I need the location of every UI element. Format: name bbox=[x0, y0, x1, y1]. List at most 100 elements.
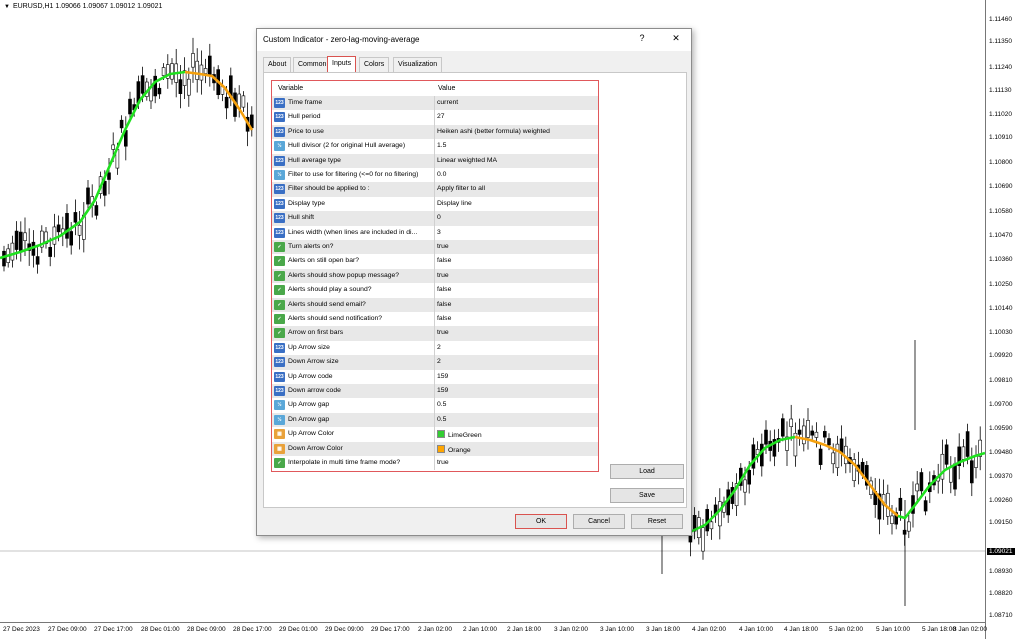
table-row[interactable]: 123 Hull shift 0 bbox=[272, 211, 598, 226]
candle-body bbox=[77, 225, 82, 236]
variable-value[interactable]: true bbox=[437, 272, 449, 279]
time-label: 2 Jan 02:00 bbox=[418, 626, 452, 633]
table-row[interactable]: ½ Dn Arrow gap 0.5 bbox=[272, 412, 598, 428]
column-divider bbox=[434, 124, 435, 140]
price-label: 1.08930 bbox=[989, 568, 1013, 575]
tab-colors[interactable]: Colors bbox=[359, 57, 390, 72]
candle-body bbox=[780, 418, 785, 437]
table-row[interactable]: 123 Display type Display line bbox=[272, 196, 598, 212]
table-row[interactable]: ▦ Down Arrow Color Orange bbox=[272, 441, 598, 456]
table-row[interactable]: ✓ Alerts should play a sound? false bbox=[272, 283, 598, 298]
tab-inputs[interactable]: Inputs bbox=[327, 56, 357, 73]
column-divider bbox=[434, 182, 435, 197]
column-value: Value bbox=[438, 85, 456, 92]
table-row[interactable]: 123 Hull period 27 bbox=[272, 110, 598, 125]
variable-value[interactable]: 0.5 bbox=[437, 401, 446, 408]
variable-value[interactable]: Apply filter to all bbox=[437, 185, 485, 192]
variable-label: Turn alerts on? bbox=[288, 243, 334, 250]
table-row[interactable]: ✓ Alerts on still open bar? false bbox=[272, 254, 598, 269]
variable-value[interactable]: 159 bbox=[437, 373, 448, 380]
variable-value[interactable]: false bbox=[437, 315, 451, 322]
column-divider bbox=[434, 340, 435, 356]
variable-value[interactable]: false bbox=[437, 286, 451, 293]
variable-value[interactable]: true bbox=[437, 459, 449, 466]
table-row[interactable]: ✓ Arrow on first bars true bbox=[272, 326, 598, 341]
variable-value[interactable]: current bbox=[437, 99, 458, 106]
tab-common[interactable]: Common bbox=[293, 57, 332, 72]
table-row[interactable]: 123 Hull average type Linear weighted MA bbox=[272, 153, 598, 168]
table-row[interactable]: ✓ Alerts should send email? false bbox=[272, 297, 598, 312]
table-row[interactable]: ✓ Turn alerts on? true bbox=[272, 240, 598, 255]
variable-value[interactable]: 27 bbox=[437, 113, 445, 120]
tab-about[interactable]: About bbox=[263, 57, 292, 72]
variable-value[interactable]: Display line bbox=[437, 200, 472, 207]
variable-value[interactable]: true bbox=[437, 243, 449, 250]
table-row[interactable]: ✓ Interpolate in multi time frame mode? tr… bbox=[272, 456, 598, 471]
variable-value[interactable]: 1.5 bbox=[437, 142, 446, 149]
variable-value[interactable]: Linear weighted MA bbox=[437, 157, 497, 164]
table-row[interactable]: 123 Time frame current bbox=[272, 96, 598, 111]
cancel-button[interactable]: Cancel bbox=[573, 514, 625, 529]
variable-value[interactable]: Heiken ashi (better formula) weighted bbox=[437, 128, 550, 135]
table-row[interactable]: ½ Up Arrow gap 0.5 bbox=[272, 398, 598, 413]
candle-body bbox=[818, 448, 823, 465]
tab-visualization[interactable]: Visualization bbox=[393, 57, 443, 72]
price-label: 1.10470 bbox=[989, 232, 1013, 239]
variable-label: Filter to use for filtering (<=0 for no … bbox=[288, 171, 419, 178]
reset-button[interactable]: Reset bbox=[631, 514, 683, 529]
variable-value[interactable]: 3 bbox=[437, 229, 441, 236]
variable-value[interactable]: LimeGreen bbox=[437, 430, 482, 439]
variable-value[interactable]: 2 bbox=[437, 344, 441, 351]
price-label: 1.11460 bbox=[989, 16, 1013, 23]
num-type-icon: 123 bbox=[274, 184, 285, 195]
table-row[interactable]: 123 Down Arrow size 2 bbox=[272, 355, 598, 370]
candle-body bbox=[103, 180, 107, 196]
variable-value[interactable]: 159 bbox=[437, 387, 448, 394]
table-row[interactable]: ▦ Up Arrow Color LimeGreen bbox=[272, 427, 598, 442]
help-icon[interactable]: ? bbox=[635, 33, 649, 43]
variable-label: Alerts should show popup message? bbox=[288, 271, 400, 279]
candle-body bbox=[923, 500, 928, 512]
table-row[interactable]: ½ Hull divisor (2 for original Hull avera… bbox=[272, 139, 598, 154]
str-type-icon: 123 bbox=[274, 98, 285, 108]
variable-value[interactable]: Orange bbox=[437, 444, 471, 454]
table-row[interactable]: 123 Down arrow code 159 bbox=[272, 384, 598, 399]
num-type-icon: 123 bbox=[274, 386, 285, 396]
column-divider bbox=[434, 139, 435, 154]
dialog-titlebar[interactable]: Custom Indicator - zero-lag-moving-avera… bbox=[257, 29, 691, 51]
column-divider bbox=[434, 283, 435, 298]
table-row[interactable]: 123 Up Arrow size 2 bbox=[272, 340, 598, 356]
table-row[interactable]: 123 Filter should be applied to : Apply fi… bbox=[272, 182, 598, 197]
variable-value[interactable]: 2 bbox=[437, 358, 441, 365]
variable-value[interactable]: 0 bbox=[437, 214, 441, 221]
variable-value[interactable]: 0.5 bbox=[437, 416, 446, 423]
variable-value[interactable]: true bbox=[437, 329, 449, 336]
variable-value[interactable]: 0.0 bbox=[437, 171, 446, 178]
variable-value[interactable]: false bbox=[437, 257, 451, 264]
table-row[interactable]: 123 Lines width (when lines are included … bbox=[272, 225, 598, 240]
price-label: 1.10910 bbox=[989, 134, 1013, 141]
column-divider bbox=[434, 369, 435, 384]
load-button[interactable]: Load bbox=[610, 464, 684, 479]
table-row[interactable]: 123 Price to use Heiken ashi (better formu… bbox=[272, 124, 598, 140]
variable-value[interactable]: false bbox=[437, 301, 451, 308]
close-icon[interactable]: ✕ bbox=[669, 33, 683, 44]
value-text: 159 bbox=[437, 387, 449, 394]
table-row[interactable]: ✓ Alerts should show popup message? true bbox=[272, 268, 598, 284]
price-label: 1.11350 bbox=[989, 38, 1013, 45]
column-divider bbox=[434, 427, 435, 442]
table-row[interactable]: ✓ Alerts should send notification? false bbox=[272, 312, 598, 327]
save-button[interactable]: Save bbox=[610, 488, 684, 503]
clr-type-icon: ▦ bbox=[274, 443, 285, 454]
candle-body bbox=[961, 446, 966, 460]
inputs-panel: Variable Value 123 Time frame current 123 Hu… bbox=[263, 72, 687, 508]
ok-button[interactable]: OK bbox=[515, 514, 567, 529]
table-row[interactable]: ½ Filter to use for filtering (<=0 for no… bbox=[272, 168, 598, 183]
column-divider bbox=[434, 384, 435, 399]
candle-body bbox=[898, 497, 903, 511]
dropdown-triangle-icon[interactable]: ▼ bbox=[4, 4, 10, 10]
table-row[interactable]: 123 Up Arrow code 159 bbox=[272, 369, 598, 384]
value-text: 0.5 bbox=[437, 415, 447, 423]
price-label: 1.09700 bbox=[989, 401, 1013, 408]
value-text: 159 bbox=[437, 372, 449, 380]
